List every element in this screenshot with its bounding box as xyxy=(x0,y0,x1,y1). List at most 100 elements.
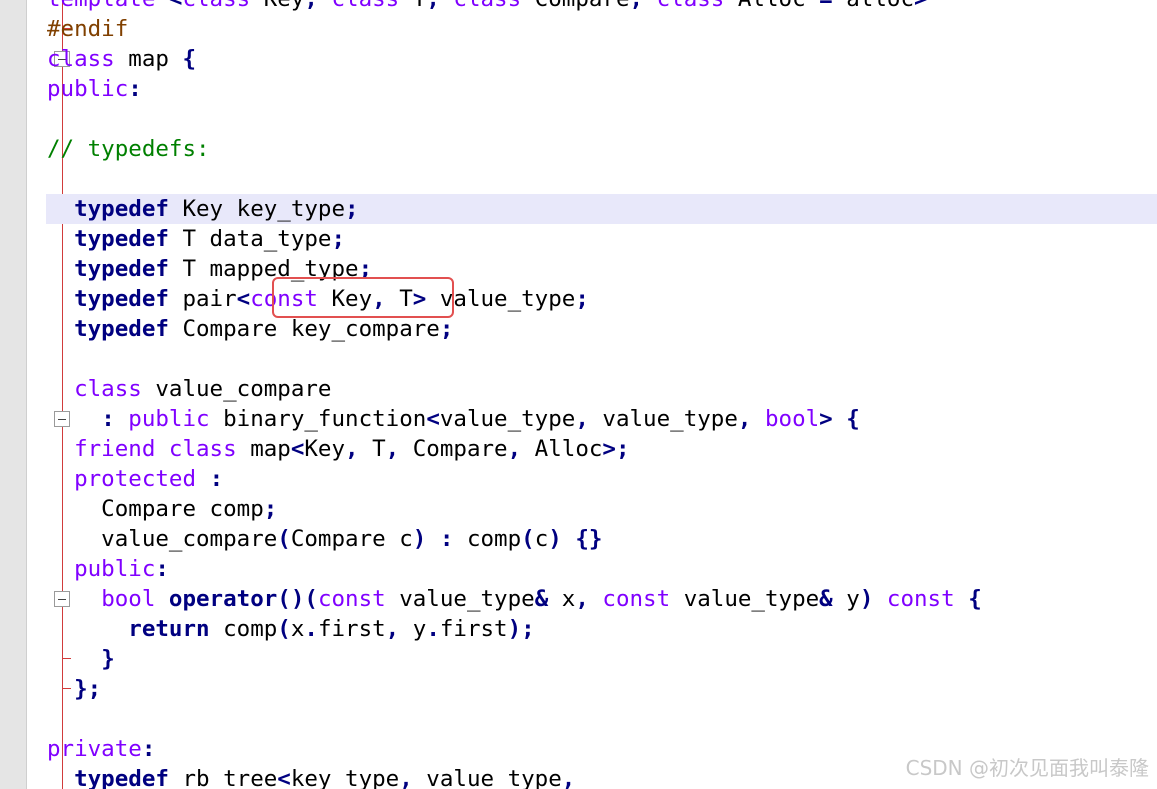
code-line[interactable]: public: xyxy=(47,554,982,584)
code-line[interactable]: // typedefs: xyxy=(47,134,982,164)
operator-token: . xyxy=(304,616,318,642)
keyword-token: typedef xyxy=(74,226,169,252)
code-token: first xyxy=(317,616,386,642)
operator-token: , xyxy=(304,0,318,12)
code-line[interactable]: bool operator()(const value_type& x, con… xyxy=(47,584,982,614)
code-token: Compare c xyxy=(290,526,413,552)
code-text-area[interactable]: template <class Key, class T, class Comp… xyxy=(47,0,982,789)
keyword-token: class xyxy=(74,376,142,402)
operator-token: , xyxy=(399,766,413,789)
operator-token: < xyxy=(290,436,305,462)
code-token: key_type xyxy=(290,766,400,789)
code-line[interactable] xyxy=(47,104,982,134)
operator-token: , xyxy=(575,406,589,432)
code-token: comp xyxy=(209,616,278,642)
code-line[interactable]: typedef T data_type; xyxy=(47,224,982,254)
code-line[interactable]: typedef Compare key_compare; xyxy=(47,314,982,344)
operator-token: ) xyxy=(548,526,562,552)
code-line[interactable]: typedef pair<const Key, T> value_type; xyxy=(47,284,982,314)
operator-token: , xyxy=(575,586,589,612)
operator-token: { xyxy=(846,406,860,432)
code-token: T xyxy=(399,0,427,12)
keyword-token: private xyxy=(47,736,142,762)
code-line[interactable]: template <class Key, class T, class Comp… xyxy=(47,0,982,14)
code-token: value_compare xyxy=(141,376,332,402)
keyword-token: bool xyxy=(101,586,156,612)
operator-token: ; xyxy=(439,316,454,342)
code-line[interactable]: : public binary_function<value_type, val… xyxy=(47,404,982,434)
code-token: value_type xyxy=(412,766,562,789)
operator-token: , xyxy=(345,436,359,462)
comment-token: // typedefs: xyxy=(47,136,210,162)
keyword-token: class xyxy=(657,0,725,12)
operator-token: : xyxy=(128,76,142,102)
code-line[interactable]: protected : xyxy=(47,464,982,494)
code-editor[interactable]: template <class Key, class T, class Comp… xyxy=(0,0,1157,789)
operator-token: }; xyxy=(74,676,102,702)
code-line[interactable]: class map { xyxy=(47,44,982,74)
operator-token: : xyxy=(141,736,156,762)
code-line[interactable]: } xyxy=(47,644,982,674)
operator-token: ( xyxy=(521,526,535,552)
code-line[interactable]: }; xyxy=(47,674,982,704)
operator-token: , xyxy=(737,406,752,432)
code-token: x xyxy=(548,586,576,612)
keyword-token: public xyxy=(128,406,210,432)
operator-token: , xyxy=(385,616,400,642)
code-token: Compare xyxy=(399,436,508,462)
code-line[interactable] xyxy=(47,164,982,194)
code-line[interactable]: #endif xyxy=(47,14,982,44)
operator-token: } xyxy=(101,646,115,672)
annotation-highlight-box xyxy=(272,277,454,318)
fold-margin xyxy=(27,0,71,789)
code-line[interactable]: class value_compare xyxy=(47,374,982,404)
code-line[interactable]: value_compare(Compare c) : comp(c) {} xyxy=(47,524,982,554)
operator-token: & xyxy=(534,586,549,612)
keyword-token: operator xyxy=(168,586,278,612)
code-token: Key xyxy=(304,436,346,462)
code-line[interactable] xyxy=(47,704,982,734)
code-line[interactable]: public: xyxy=(47,74,982,104)
code-token: Compare key_compare xyxy=(168,316,440,342)
code-line[interactable]: Compare comp; xyxy=(47,494,982,524)
code-line[interactable]: private: xyxy=(47,734,982,764)
code-line[interactable]: typedef T mapped_type; xyxy=(47,254,982,284)
code-line[interactable]: friend class map<Key, T, Compare, Alloc>… xyxy=(47,434,982,464)
code-token: value_type xyxy=(385,586,535,612)
operator-token: < xyxy=(426,406,440,432)
code-line[interactable]: return comp(x.first, y.first); xyxy=(47,614,982,644)
code-token: pair xyxy=(168,286,237,312)
code-token: value_type xyxy=(670,586,820,612)
code-token: x xyxy=(290,616,305,642)
keyword-token: class xyxy=(47,46,115,72)
operator-token: . xyxy=(426,616,440,642)
keyword-token: const xyxy=(317,586,386,612)
preprocessor-token: #endif xyxy=(47,16,129,42)
keyword-token: const xyxy=(886,586,955,612)
operator-token: ( xyxy=(277,526,291,552)
code-line[interactable] xyxy=(47,344,982,374)
operator-token: ) xyxy=(412,526,427,552)
keyword-token: public xyxy=(47,76,129,102)
operator-token: , xyxy=(385,436,400,462)
keyword-token: typedef xyxy=(74,196,169,222)
code-line[interactable]: typedef Key key_type; xyxy=(47,194,982,224)
code-line[interactable]: typedef rb_tree<key_type, value_type, xyxy=(47,764,982,789)
